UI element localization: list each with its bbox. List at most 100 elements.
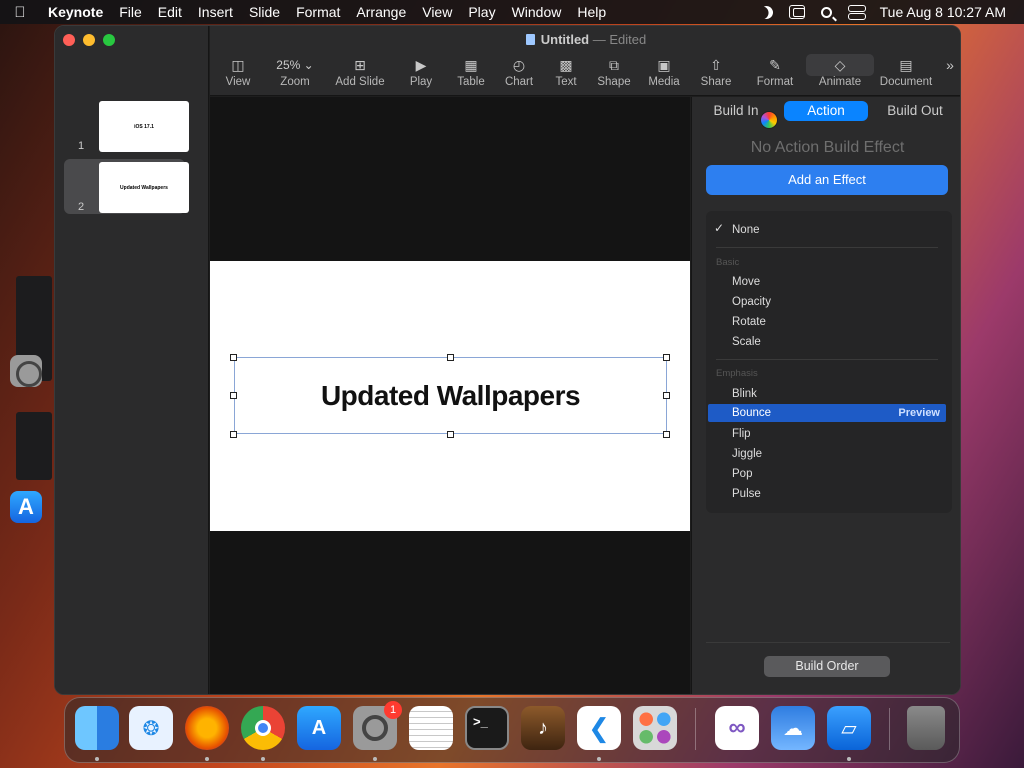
document-button[interactable]: ▤ Document (874, 54, 938, 88)
table-button[interactable]: ▦ Table (450, 54, 492, 88)
media-button[interactable]: ▣ Media (640, 54, 688, 88)
menu-play[interactable]: Play (460, 4, 503, 20)
slide-thumbnail[interactable]: Updated Wallpapers (99, 162, 189, 213)
effect-bounce[interactable]: Bounce (732, 404, 771, 422)
menu-view[interactable]: View (414, 4, 460, 20)
effect-rotate[interactable]: Rotate (732, 313, 766, 331)
resize-handle[interactable] (663, 431, 670, 438)
menu-app-name[interactable]: Keynote (40, 4, 111, 20)
slide-item-2[interactable]: 2 Updated Wallpapers (64, 159, 189, 214)
resize-handle[interactable] (230, 354, 237, 361)
format-button[interactable]: ✎ Format (750, 54, 800, 88)
animate-button[interactable]: ◇ Animate (806, 54, 874, 88)
document-name[interactable]: Untitled (541, 32, 589, 47)
menu-window[interactable]: Window (504, 4, 570, 20)
share-button[interactable]: ⇧ Share (694, 54, 738, 88)
menu-file[interactable]: File (111, 4, 150, 20)
tab-build-out[interactable]: Build Out (880, 101, 950, 121)
safari-icon[interactable]: ❂ (129, 706, 173, 750)
running-indicator (373, 757, 377, 761)
minimize-button[interactable] (83, 34, 95, 46)
apple-menu-icon[interactable]:  (0, 4, 40, 21)
weather-icon[interactable]: ☁ (771, 706, 815, 750)
finder-icon[interactable] (75, 706, 119, 750)
preview-button[interactable]: Preview (898, 404, 940, 422)
menu-divider (716, 247, 938, 248)
tab-build-in[interactable]: Build In (706, 101, 766, 121)
launchpad-icon[interactable] (633, 706, 677, 750)
effect-menu: ✓ None Basic Move Opacity Rotate Scale E… (706, 211, 952, 513)
app-store-icon[interactable]: A (10, 491, 42, 523)
checkmark-icon: ✓ (714, 221, 725, 235)
resize-handle[interactable] (663, 354, 670, 361)
toolbar-overflow-button[interactable]: » (940, 54, 960, 76)
textedit-icon[interactable] (409, 706, 453, 750)
menu-edit[interactable]: Edit (150, 4, 190, 20)
notification-badge: 1 (384, 701, 402, 719)
spotlight-search-icon[interactable] (820, 6, 832, 18)
play-icon: ▶ (415, 57, 427, 73)
resize-handle[interactable] (447, 354, 454, 361)
resize-handle[interactable] (447, 431, 454, 438)
add-slide-button[interactable]: ⊞ Add Slide (330, 54, 390, 88)
tab-action[interactable]: Action (784, 101, 868, 121)
fullscreen-button[interactable] (103, 34, 115, 46)
garageband-icon[interactable]: ♪ (521, 706, 565, 750)
close-button[interactable] (63, 34, 75, 46)
menu-divider (716, 359, 938, 360)
effect-none[interactable]: None (732, 221, 760, 239)
firefox-icon[interactable] (185, 706, 229, 750)
slide-canvas[interactable]: Updated Wallpapers (210, 97, 690, 694)
menu-slide[interactable]: Slide (241, 4, 288, 20)
app-store-icon[interactable]: A (297, 706, 341, 750)
chart-button[interactable]: ◴ Chart (498, 54, 540, 88)
resize-handle[interactable] (230, 431, 237, 438)
effect-scale[interactable]: Scale (732, 333, 761, 351)
effect-opacity[interactable]: Opacity (732, 293, 771, 311)
screen-mirroring-icon[interactable] (788, 5, 805, 19)
color-wheel-icon[interactable] (760, 111, 778, 129)
title-separator: — (592, 32, 606, 47)
trash-icon[interactable] (907, 706, 945, 750)
menu-help[interactable]: Help (569, 4, 614, 20)
slide-item-1[interactable]: 1 iOS 17.1 (64, 99, 189, 154)
edited-status: Edited (609, 32, 647, 47)
view-label: View (225, 76, 251, 88)
shape-button[interactable]: ⧉ Shape (592, 54, 636, 88)
effect-blink[interactable]: Blink (732, 385, 757, 403)
build-order-button[interactable]: Build Order (764, 656, 890, 677)
vscode-icon[interactable]: ❮ (577, 706, 621, 750)
resize-handle[interactable] (663, 392, 670, 399)
effect-flip[interactable]: Flip (732, 425, 751, 443)
current-slide[interactable]: Updated Wallpapers (210, 261, 690, 531)
menu-arrange[interactable]: Arrange (348, 4, 414, 20)
effect-jiggle[interactable]: Jiggle (732, 445, 762, 463)
system-settings-icon[interactable]: 1 (353, 701, 402, 750)
text-button[interactable]: ▩ Text (546, 54, 586, 88)
slide-title-textbox[interactable]: Updated Wallpapers (234, 357, 667, 434)
chrome-icon[interactable] (241, 706, 285, 750)
control-center-icon[interactable] (847, 5, 866, 20)
menu-insert[interactable]: Insert (190, 4, 241, 20)
view-button[interactable]: ◫ View (224, 54, 252, 88)
effect-pop[interactable]: Pop (732, 465, 752, 483)
slide-thumbnail[interactable]: iOS 17.1 (99, 101, 189, 152)
resize-handle[interactable] (230, 392, 237, 399)
terminal-icon[interactable]: >_ (465, 706, 509, 750)
menubar-clock[interactable]: Tue Aug 8 10:27 AM (880, 4, 1006, 20)
effect-pulse[interactable]: Pulse (732, 485, 761, 503)
add-slide-label: Add Slide (335, 76, 385, 88)
media-icon: ▣ (657, 57, 671, 73)
play-button[interactable]: ▶ Play (402, 54, 440, 88)
menu-format[interactable]: Format (288, 4, 348, 20)
effect-move[interactable]: Move (732, 273, 760, 291)
focus-moon-icon[interactable] (757, 3, 775, 21)
zoom-button[interactable]: 25% ⌄ Zoom (268, 54, 322, 88)
visual-studio-icon[interactable]: ∞ (715, 706, 759, 750)
add-effect-button[interactable]: Add an Effect (706, 165, 948, 195)
system-settings-icon[interactable] (10, 355, 42, 387)
keynote-icon[interactable]: ▱ (827, 706, 871, 750)
shape-icon: ⧉ (609, 57, 619, 73)
background-window-thumbnail[interactable] (16, 412, 52, 480)
running-indicator (261, 757, 265, 761)
